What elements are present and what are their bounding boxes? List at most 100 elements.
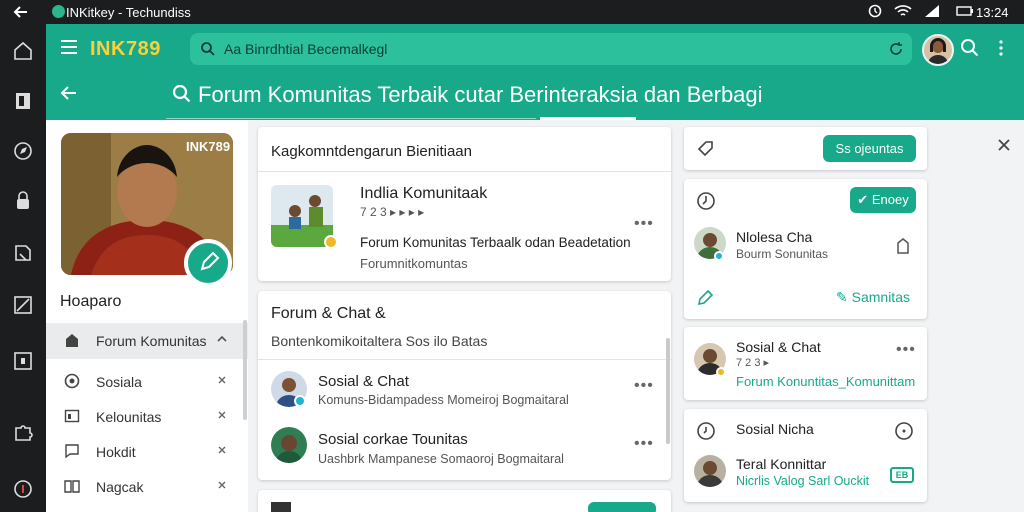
more-icon[interactable]: ••• [634, 215, 654, 233]
badge-icon [324, 235, 338, 249]
wifi-icon [894, 4, 912, 18]
edit-icon: ✎ [836, 289, 852, 305]
book-icon [64, 478, 80, 494]
sidebar-item-label: Nagcak [96, 479, 144, 495]
more-vertical-icon[interactable] [998, 40, 1004, 56]
clock-icon [696, 191, 716, 211]
close-icon [216, 409, 228, 421]
status-badge: EB [890, 467, 914, 483]
join-button[interactable]: Ss ojeuntas [823, 135, 916, 162]
page-title: Forum Komunitas Terbaik cutar Berinterak… [198, 82, 763, 107]
divider [258, 171, 671, 172]
close-icon [216, 479, 228, 491]
member-name[interactable]: Teral Konnittar [736, 456, 826, 472]
status-bar: INKitkey - Techundiss 13:24 [0, 0, 1024, 24]
puzzle-icon[interactable] [12, 422, 34, 444]
member-name[interactable]: Nlolesa Cha [736, 229, 812, 245]
photo-watermark: INK789 [186, 139, 231, 154]
lock-icon[interactable] [12, 190, 34, 212]
home-icon[interactable] [12, 40, 34, 62]
avatar[interactable] [694, 455, 726, 487]
tab-underline [166, 118, 536, 119]
footer-link[interactable]: ✎ Samnitas [836, 289, 910, 306]
brand-logo[interactable]: INK789 [90, 38, 161, 61]
more-icon[interactable]: ••• [634, 377, 654, 395]
chat-title[interactable]: Sosial & Chat [736, 339, 821, 355]
more-icon[interactable]: ••• [634, 435, 654, 453]
tag-icon[interactable] [696, 139, 716, 159]
signal-icon [924, 4, 940, 18]
document-icon[interactable] [12, 90, 34, 112]
sidebar-item-forum[interactable]: Forum Komunitas [46, 323, 248, 359]
chart-icon[interactable] [12, 294, 34, 316]
search-icon [172, 84, 192, 104]
home-icon [64, 332, 80, 348]
clock-icon [696, 421, 716, 441]
card-header: Kagkomntdengarun Bienitiaan [271, 143, 472, 160]
back-arrow-icon[interactable] [60, 84, 78, 102]
right-card-chat: Sosial & Chat 7 2 3 ▸ ••• Forum Konuntit… [684, 327, 927, 400]
search-icon[interactable] [960, 38, 980, 58]
card-title: Forum & Chat & [271, 305, 386, 322]
close-icon[interactable] [996, 137, 1012, 153]
list-item-title[interactable]: Sosial corkae Tounitas [318, 431, 468, 448]
community-thumbnail[interactable] [271, 185, 333, 247]
globe-icon [64, 373, 80, 389]
edit-icon[interactable] [696, 289, 714, 307]
card-subtitle: Bontenkomikoitaltera Sos ilo Batas [271, 333, 488, 349]
sidebar-item-nagcak[interactable]: Nagcak [46, 469, 248, 505]
chat-icon [64, 443, 80, 459]
list-item-title[interactable]: Sosial & Chat [318, 373, 409, 390]
online-badge-icon [294, 395, 306, 407]
back-arrow-icon[interactable] [12, 3, 30, 21]
card-title: Sosial Nicha [736, 421, 814, 437]
sidebar-scrollbar[interactable] [243, 320, 247, 420]
divider [258, 359, 671, 360]
forum-chat-card: Forum & Chat & Bontenkomikoitaltera Sos … [258, 291, 671, 480]
featured-card: Kagkomntdengarun Bienitiaan Indlia Komun… [258, 127, 671, 281]
chat-link[interactable]: Forum Konuntitas_Komunittam [736, 374, 915, 389]
verified-button-label: Enoey [871, 192, 909, 207]
footer-link-label: Samnitas [851, 289, 910, 305]
sidebar-item-hokdit[interactable]: Hokdit [46, 434, 248, 470]
panel-icon[interactable] [12, 350, 34, 372]
verified-button[interactable]: ✔ Enoey [850, 187, 916, 213]
chat-meta: 7 2 3 ▸ [736, 357, 770, 369]
more-icon[interactable]: ••• [896, 341, 916, 359]
info-icon[interactable] [894, 421, 914, 441]
right-card-social: Sosial Nicha Teral Konnittar Nicrlis Val… [684, 409, 927, 502]
community-title[interactable]: Indlia Komunitaak [360, 185, 487, 203]
left-rail [0, 24, 46, 512]
refresh-icon[interactable] [888, 41, 904, 57]
share-icon[interactable] [12, 242, 34, 264]
sidebar-item-kelounitas[interactable]: Kelounitas [46, 399, 248, 435]
edit-fab-button[interactable] [184, 239, 232, 287]
search-bar[interactable]: Aa Binrdhtial Becemalkegl [190, 33, 912, 65]
main-scrollbar[interactable] [666, 338, 670, 444]
sidebar-item-label: Forum Komunitas [96, 333, 207, 349]
community-meta: 7 2 3 ▸ ▸ ▸ ▸ [360, 205, 425, 219]
battery-icon [956, 4, 974, 18]
compass-icon[interactable] [12, 140, 34, 162]
search-input[interactable]: Aa Binrdhtial Becemalkegl [224, 41, 387, 57]
profile-username: Hoaparo [60, 293, 122, 310]
user-avatar[interactable] [922, 34, 954, 66]
community-description: Forum Komunitas Terbaalk odan Beadetatio… [360, 235, 631, 250]
list-item-desc: Uashbrk Mampanese Somaoroj Bogmaitaral [318, 452, 564, 466]
hamburger-menu-icon[interactable] [60, 39, 78, 55]
sidebar-item-sosiala[interactable]: Sosiala [46, 364, 248, 400]
bookmark-icon[interactable] [894, 237, 912, 255]
check-icon: ✔ [857, 192, 869, 207]
thumbnail [271, 502, 291, 512]
partial-card [258, 490, 671, 512]
action-button[interactable] [588, 502, 656, 512]
sidebar-item-label: Kelounitas [96, 409, 162, 425]
close-icon [216, 444, 228, 456]
online-badge-icon [714, 251, 724, 261]
sidebar-item-label: Hokdit [96, 444, 136, 460]
search-icon [200, 41, 216, 57]
member-link[interactable]: Nicrlis Valog Sarl Ouckit [736, 474, 869, 488]
info-icon[interactable] [12, 478, 34, 500]
avatar[interactable] [271, 427, 307, 463]
window-title: INKitkey - Techundiss [66, 5, 191, 20]
